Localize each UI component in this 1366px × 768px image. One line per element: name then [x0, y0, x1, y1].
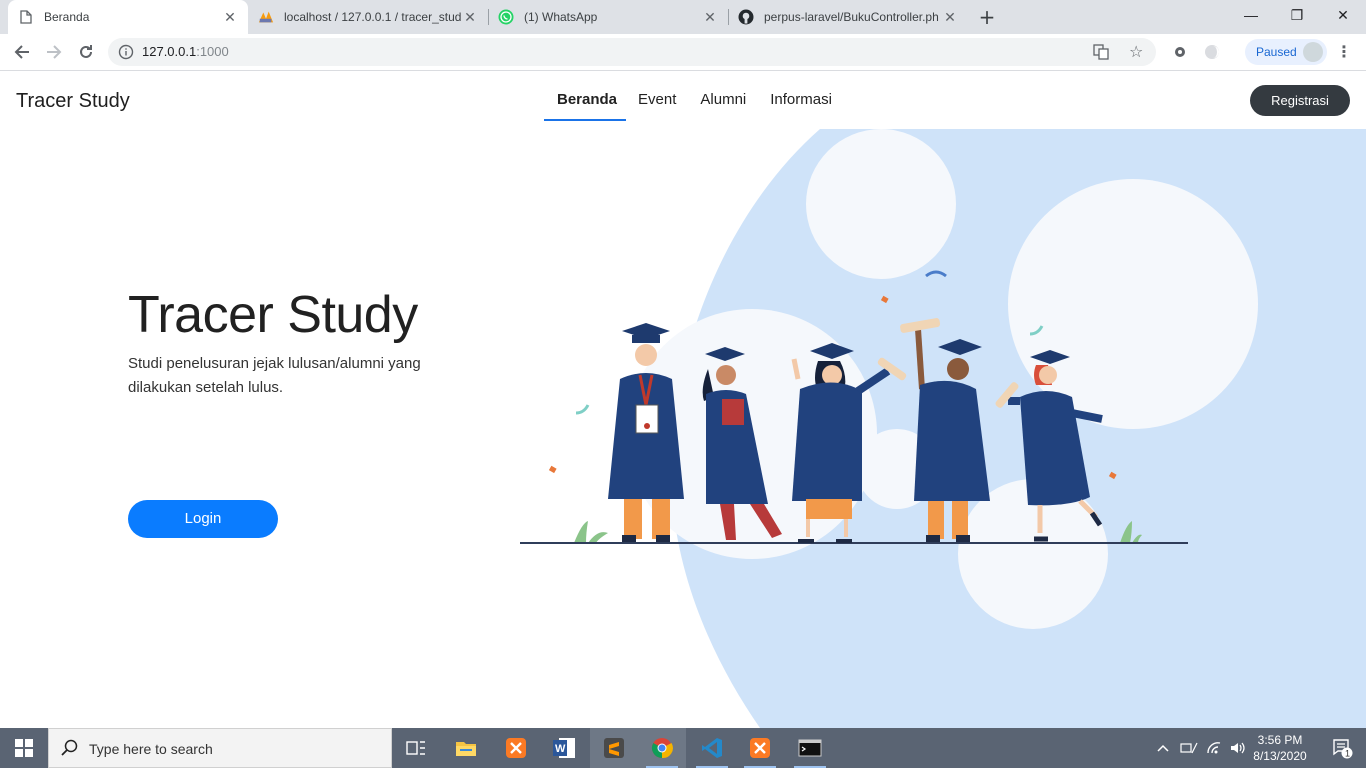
taskbar-search-input[interactable]: Type here to search: [48, 728, 392, 768]
browser-toolbar: 127.0.0.1:1000 ☆ Paused ⋮: [0, 34, 1366, 71]
word-icon[interactable]: W: [540, 728, 588, 768]
search-icon: [61, 739, 78, 756]
terminal-icon[interactable]: [786, 728, 834, 768]
hero-illustration: [520, 129, 1366, 728]
notification-icon: 1: [1333, 739, 1353, 759]
nav-item-alumni[interactable]: Alumni: [688, 71, 758, 121]
nav-item-informasi[interactable]: Informasi: [758, 71, 844, 121]
register-button[interactable]: Registrasi: [1250, 85, 1350, 116]
profile-paused-label: Paused: [1256, 45, 1297, 59]
sublime-icon[interactable]: [590, 728, 638, 768]
tab-title: (1) WhatsApp: [524, 10, 598, 24]
login-button[interactable]: Login: [128, 500, 278, 538]
avatar: [1303, 42, 1323, 62]
action-center-button[interactable]: 1: [1318, 728, 1366, 768]
xampp-icon[interactable]: [736, 728, 784, 768]
minimize-button[interactable]: —: [1228, 0, 1274, 30]
arrow-left-icon: [14, 45, 29, 59]
forward-button[interactable]: [40, 38, 68, 66]
main-nav: Beranda Event Alumni Informasi: [544, 71, 844, 121]
address-bar[interactable]: 127.0.0.1:1000 ☆: [108, 38, 1156, 66]
translate-icon[interactable]: [1093, 44, 1109, 64]
web-page: Tracer Study Beranda Event Alumni Inform…: [0, 71, 1366, 728]
info-icon: [118, 44, 134, 60]
xampp-icon[interactable]: [492, 728, 540, 768]
clock-date: 8/13/2020: [1253, 749, 1307, 763]
phpmyadmin-icon: [258, 9, 274, 25]
browser-tab-strip: Beranda ✕ localhost / 127.0.0.1 / tracer…: [0, 0, 1366, 34]
windows-icon: [15, 739, 33, 757]
close-icon[interactable]: ✕: [942, 9, 958, 25]
reload-icon: [80, 45, 92, 58]
nav-item-event[interactable]: Event: [626, 71, 688, 121]
wifi-icon: [1207, 742, 1221, 754]
close-icon[interactable]: ✕: [462, 9, 478, 25]
restore-button[interactable]: ❐: [1274, 0, 1320, 30]
tab-title: localhost / 127.0.0.1 / tracer_stud: [284, 10, 462, 24]
site-brand[interactable]: Tracer Study: [16, 90, 130, 113]
search-placeholder: Type here to search: [89, 741, 213, 757]
task-view-icon[interactable]: [392, 728, 440, 768]
file-explorer-icon[interactable]: [442, 728, 490, 768]
vscode-icon[interactable]: [688, 728, 736, 768]
whatsapp-icon: [498, 9, 514, 25]
arrow-right-icon: [47, 45, 62, 59]
notification-count: 1: [1345, 749, 1350, 759]
extension-moon-icon[interactable]: [1202, 42, 1222, 62]
extension-gear-icon[interactable]: [1170, 42, 1190, 62]
url-text: 127.0.0.1:1000: [142, 44, 229, 59]
tab-title: perpus-laravel/BukuController.ph: [764, 10, 939, 24]
system-tray: [1156, 728, 1246, 768]
start-button[interactable]: [0, 728, 48, 768]
hero-title: Tracer Study: [128, 286, 418, 344]
browser-tab-phpmyadmin[interactable]: localhost / 127.0.0.1 / tracer_stud ✕: [248, 0, 488, 34]
clock-time: 3:56 PM: [1257, 733, 1303, 747]
taskbar-clock[interactable]: 3:56 PM 8/13/2020: [1244, 732, 1316, 764]
chrome-icon[interactable]: [638, 728, 686, 768]
svg-text:W: W: [555, 743, 566, 755]
browser-tab-whatsapp[interactable]: (1) WhatsApp ✕: [488, 0, 728, 34]
tab-title: Beranda: [44, 10, 90, 24]
url-host: 127.0.0.1: [142, 44, 197, 59]
new-tab-button[interactable]: +: [976, 5, 998, 29]
browser-menu-icon[interactable]: ⋮: [1336, 43, 1352, 61]
close-icon[interactable]: ✕: [702, 9, 718, 25]
window-close-button[interactable]: ✕: [1320, 0, 1366, 30]
close-icon[interactable]: ✕: [222, 9, 238, 25]
document-icon: [18, 9, 34, 25]
hero-subtitle: Studi penelusuran jejak lulusan/alumni y…: [128, 355, 421, 396]
chevron-up-icon: [1157, 744, 1169, 752]
back-button[interactable]: [8, 38, 36, 66]
bookmark-star-icon[interactable]: ☆: [1129, 42, 1143, 61]
profile-paused-button[interactable]: Paused: [1245, 39, 1327, 65]
reload-button[interactable]: [72, 38, 100, 66]
nav-item-beranda[interactable]: Beranda: [544, 71, 627, 121]
network-icon: [1180, 742, 1198, 754]
browser-tab-github[interactable]: perpus-laravel/BukuController.ph ✕: [728, 0, 968, 34]
browser-tab-beranda[interactable]: Beranda ✕: [8, 0, 248, 34]
url-port: :1000: [196, 44, 229, 59]
github-icon: [738, 9, 754, 25]
windows-taskbar: Type here to search W 3:56 PM 8/13/2020 …: [0, 728, 1366, 768]
